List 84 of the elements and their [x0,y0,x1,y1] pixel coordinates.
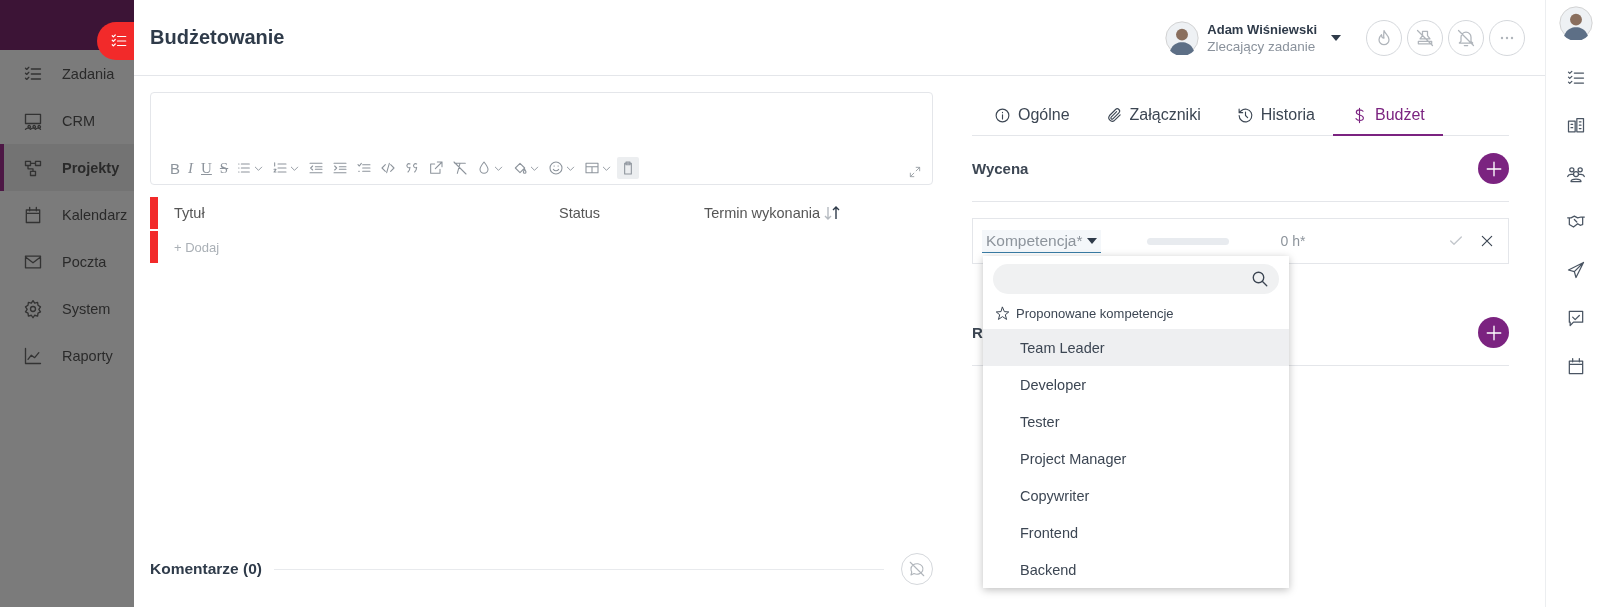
sidebar-item[interactable]: System [0,285,134,332]
more-icon [1500,35,1514,40]
bell-off-button[interactable] [1448,19,1484,56]
history-icon [1236,106,1254,124]
outdent-icon [308,160,325,176]
text-editor[interactable]: B I U S [150,92,933,185]
add-button[interactable] [1478,153,1509,184]
plus-icon [1484,323,1503,342]
code-icon [380,160,397,176]
competence-dropdown[interactable]: Kompetencja* [982,229,1101,253]
sidebar-item[interactable]: Raporty [0,332,134,379]
column-header: Status [559,205,602,221]
page-title: Budżetowanie [150,26,286,49]
dropdown-option[interactable]: Backend [983,551,1289,588]
avatar [1559,6,1593,40]
sort-icon[interactable] [823,205,842,221]
tasks-icon [109,32,128,50]
dropdown-option[interactable]: Team Leader [983,329,1289,366]
toolbar-button[interactable] [617,157,640,179]
sidebar-item[interactable]: Projekty [0,144,134,191]
column-header: Tytuł [174,205,206,221]
caret-icon [1331,34,1341,41]
indent-icon [332,160,349,176]
bell-off-icon [1456,27,1476,48]
info-icon [994,106,1011,124]
user-role: Zlecający zadanie [1207,38,1317,54]
expand-icon [908,165,922,179]
search-field[interactable] [993,264,1279,294]
paperclip-icon [1105,106,1123,124]
dropdown-option[interactable]: Project Manager [983,440,1289,477]
tab[interactable]: Budżet [1332,98,1443,136]
add-button[interactable] [1478,317,1509,348]
stamp-off-button[interactable] [1407,19,1443,56]
priority-bar [150,197,158,229]
add-task-link[interactable]: + Dodaj [174,239,220,255]
smiley-icon [548,160,565,176]
comments-title: Komentarze (0) [150,560,262,578]
toolbar-button[interactable]: I [185,157,196,179]
dropdown-option[interactable]: Developer [983,366,1289,403]
clear-format-icon [452,160,469,176]
settings-icon [23,298,43,319]
group-label: Proponowane kompetencje [1016,306,1174,321]
stamp-off-icon [1415,27,1435,48]
tasks-button[interactable] [97,22,134,60]
table-icon [584,160,601,176]
paint-bucket-icon [512,160,529,176]
toolbar-button[interactable]: U [198,157,215,179]
comment-off-icon [908,560,926,578]
sidebar-item[interactable]: Kalendarz [0,191,134,238]
tab[interactable]: Historia [1218,98,1333,136]
search-icon [1251,270,1269,288]
section-title: Wycena [972,160,1029,177]
comments-off-button[interactable] [901,553,933,585]
paper-plane-icon[interactable] [1566,260,1586,280]
more-button[interactable] [1489,19,1525,56]
avatar [1165,20,1200,55]
sidebar-item[interactable]: Zadania [0,50,134,97]
column-header[interactable]: Termin wykonania [704,205,821,221]
tab[interactable]: Ogólne [994,98,1088,136]
hours-value: 0 h* [1280,233,1307,249]
star-icon [995,306,1010,321]
tab[interactable]: Załączniki [1087,98,1219,136]
close-icon[interactable] [1480,234,1494,248]
sidebar-item[interactable]: Poczta [0,238,134,285]
external-link-icon [428,160,445,176]
caret-icon [1086,237,1097,244]
calendar-icon[interactable] [1566,356,1586,376]
flame-button[interactable] [1366,19,1402,56]
user-name: Adam Wiśniewski [1207,21,1317,37]
chat-check-icon[interactable] [1566,308,1586,328]
dropdown-option[interactable]: Copywriter [983,477,1289,514]
dropdown-option[interactable]: Frontend [983,514,1289,551]
chart-icon [23,345,43,366]
toolbar-button[interactable]: S [216,157,232,179]
section-title: R [972,324,983,341]
numbered-list-icon [272,160,289,176]
plus-icon [1484,159,1503,178]
sidebar-item[interactable]: CRM [0,97,134,144]
bulleted-list-icon [236,160,253,176]
priority-bar [150,231,158,263]
calendar-icon [23,204,43,225]
dropdown-option[interactable]: Tester [983,403,1289,440]
toolbar-button[interactable]: B [167,157,183,179]
people-icon[interactable] [1566,164,1586,184]
